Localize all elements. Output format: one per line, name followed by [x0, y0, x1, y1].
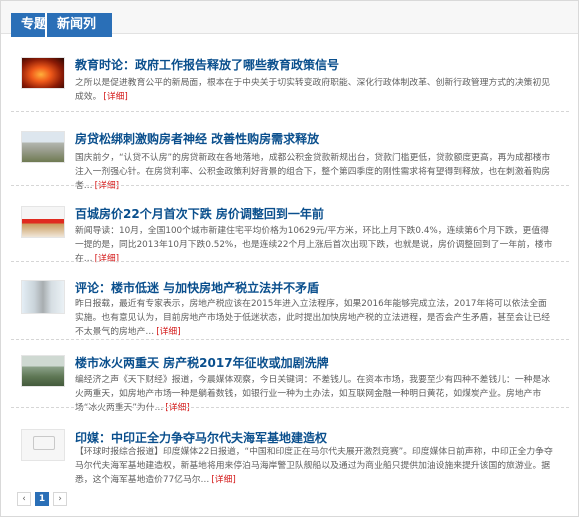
detail-link[interactable]: [详细]	[156, 327, 180, 337]
news-description: 国庆前夕，“认贷不认房”的房贷新政在各地落地，成都公积金贷款新规出台，贷款门槛更…	[75, 151, 553, 193]
news-description: 昨日报载，最近有专家表示，房地产税应该在2015年进入立法程序，如果2016年能…	[75, 297, 553, 339]
desc-text: 之所以是促进教育公平的新局面，根本在于中央关于切实转变政府职能、深化行政体制改革…	[75, 78, 551, 102]
news-title[interactable]: 教育时论：政府工作报告释放了哪些教育政策信号	[75, 57, 339, 73]
divider	[11, 261, 569, 262]
thumbnail-image[interactable]	[21, 280, 65, 314]
detail-link[interactable]: [详细]	[95, 181, 119, 191]
list-item: 百城房价22个月首次下跌 房价调整回到一年前 新闻导读：10月，全国100个城市…	[1, 191, 578, 265]
page-1-button[interactable]: 1	[35, 492, 49, 506]
detail-link[interactable]: [详细]	[95, 254, 119, 264]
thumbnail-image[interactable]	[21, 355, 65, 387]
panel-header: 专题 新闻列表	[1, 1, 578, 56]
divider	[11, 185, 569, 186]
next-page-button[interactable]: ›	[53, 492, 67, 506]
detail-link[interactable]: [详细]	[211, 475, 235, 485]
news-description: 新闻导读：10月，全国100个城市新建住宅平均价格为10629元/平方米，环比上…	[75, 224, 553, 266]
tab-news-list[interactable]: 新闻列表	[45, 13, 112, 56]
prev-page-button[interactable]: ‹	[17, 492, 31, 506]
thumbnail-image[interactable]	[21, 206, 65, 238]
list-item: 印媒：中印正全力争夺马尔代夫海军基地建造权 【环球时报综合报道】印度媒体22日报…	[1, 417, 578, 491]
image-placeholder-icon	[33, 436, 55, 450]
news-list-panel: 专题 新闻列表 教育时论：政府工作报告释放了哪些教育政策信号 之所以是促进教育公…	[0, 0, 579, 517]
news-title[interactable]: 印媒：中印正全力争夺马尔代夫海军基地建造权	[75, 430, 327, 446]
news-title[interactable]: 楼市冰火两重天 房产税2017年征收或加剧洗牌	[75, 355, 329, 371]
thumbnail-image[interactable]	[21, 57, 65, 89]
news-title[interactable]: 评论：楼市低迷 与加快房地产税立法并不矛盾	[75, 280, 319, 296]
news-description: 编经济之声《天下财经》报道，今晨媒体观察，今日关键词：不差钱儿。在资本市场，我要…	[75, 373, 553, 415]
list-item: 楼市冰火两重天 房产税2017年征收或加剧洗牌 编经济之声《天下财经》报道，今晨…	[1, 345, 578, 419]
divider	[11, 407, 569, 408]
news-title[interactable]: 房贷松绑刺激购房者神经 改善性购房需求释放	[75, 131, 319, 147]
detail-link[interactable]: [详细]	[103, 92, 127, 102]
list-item: 教育时论：政府工作报告释放了哪些教育政策信号 之所以是促进教育公平的新局面，根本…	[1, 45, 578, 119]
list-item: 房贷松绑刺激购房者神经 改善性购房需求释放 国庆前夕，“认贷不认房”的房贷新政在…	[1, 118, 578, 192]
thumbnail-placeholder[interactable]	[21, 429, 65, 461]
thumbnail-image[interactable]	[21, 131, 65, 163]
news-title[interactable]: 百城房价22个月首次下跌 房价调整回到一年前	[75, 206, 324, 222]
detail-link[interactable]: [详细]	[165, 403, 189, 413]
list-item: 评论：楼市低迷 与加快房地产税立法并不矛盾 昨日报载，最近有专家表示，房地产税应…	[1, 267, 578, 341]
desc-text: 【环球时报综合报道】印度媒体22日报道，“中国和印度正在马尔代夫展开激烈竞赛”。…	[75, 447, 553, 485]
news-description: 之所以是促进教育公平的新局面，根本在于中央关于切实转变政府职能、深化行政体制改革…	[75, 76, 553, 104]
desc-text: 新闻导读：10月，全国100个城市新建住宅平均价格为10629元/平方米，环比上…	[75, 226, 553, 264]
news-description: 【环球时报综合报道】印度媒体22日报道，“中国和印度正在马尔代夫展开激烈竞赛”。…	[75, 445, 553, 487]
divider	[11, 339, 569, 340]
divider	[11, 111, 569, 112]
desc-text: 昨日报载，最近有专家表示，房地产税应该在2015年进入立法程序，如果2016年能…	[75, 299, 551, 337]
